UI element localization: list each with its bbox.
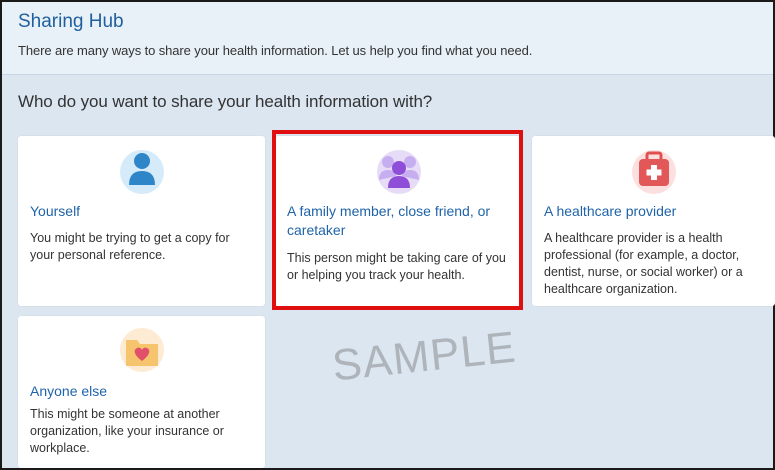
card-anyone-else[interactable]: Anyone else This might be someone at ano…: [18, 316, 265, 468]
card-description: A healthcare provider is a health profes…: [544, 231, 743, 296]
page-description: There are many ways to share your health…: [18, 43, 533, 58]
card-yourself[interactable]: Yourself You might be trying to get a co…: [18, 136, 265, 306]
card-title: Anyone else: [30, 383, 108, 399]
card-title: Yourself: [30, 203, 81, 219]
card-description: This might be someone at another organiz…: [30, 407, 224, 455]
share-question: Who do you want to share your health inf…: [18, 92, 433, 111]
card-healthcare-provider[interactable]: A healthcare provider A healthcare provi…: [532, 136, 775, 306]
selection-highlight: [272, 130, 523, 310]
header: Sharing Hub There are many ways to share…: [2, 2, 773, 75]
card-title: A healthcare provider: [544, 203, 677, 219]
card-description: You might be trying to get a copy for yo…: [30, 231, 230, 262]
sharing-hub-window: Sharing Hub There are many ways to share…: [0, 0, 775, 470]
page-title: Sharing Hub: [18, 11, 124, 32]
person-icon: [117, 146, 167, 196]
heart-folder-icon: [117, 326, 167, 376]
medical-bag-icon: [629, 146, 679, 196]
sample-watermark: SAMPLE: [329, 322, 519, 391]
